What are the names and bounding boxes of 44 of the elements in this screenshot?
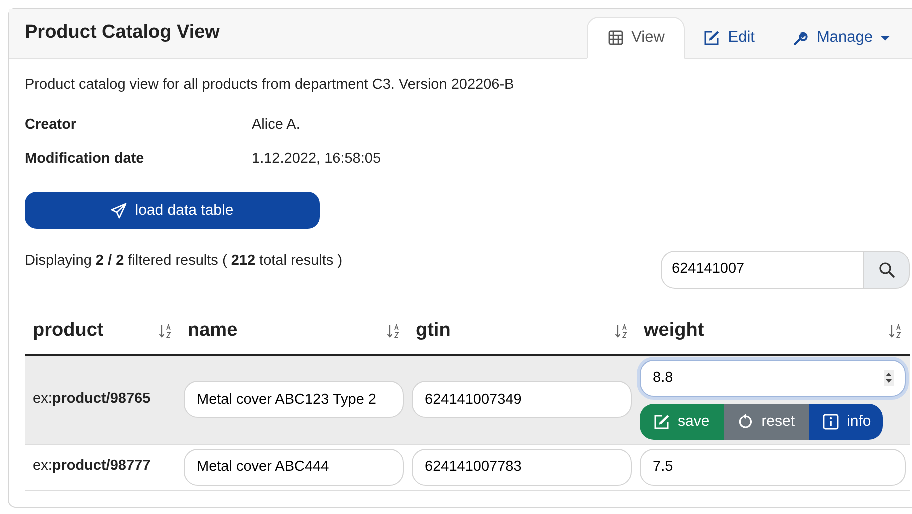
weight-field[interactable]: 7.5: [640, 448, 906, 486]
card-title: Product Catalog View: [25, 22, 220, 45]
results-summary: Displaying 2 / 2 filtered results ( 212 total results ): [25, 252, 343, 272]
tab[interactable]: Edit: [685, 17, 774, 59]
reset-button[interactable]: reset: [724, 404, 810, 440]
column-header[interactable]: product: [33, 317, 104, 346]
search-button[interactable]: [863, 251, 910, 290]
search-field[interactable]: 624141007: [661, 251, 863, 290]
load-data-button[interactable]: load data table: [25, 192, 320, 230]
info-icon: [823, 414, 840, 430]
gtin-field[interactable]: 624141007349: [412, 381, 632, 418]
table-row[interactable]: ex:product/98765 Metal cover ABC123 Type 2 624141007349 8.8 save reset info: [25, 354, 910, 444]
sort-icon: [888, 324, 902, 339]
field-label: Modification date: [25, 150, 146, 168]
description-text: Product catalog view for all products from department C3. Version 202206-B: [25, 76, 516, 95]
name-field[interactable]: Metal cover ABC444: [184, 448, 404, 486]
caret-icon: [881, 36, 890, 40]
dropdown-tab[interactable]: Manage: [774, 17, 909, 59]
search-icon: [878, 262, 894, 278]
table-row[interactable]: ex:product/98777 Metal cover ABC444 624141007783 7.5: [25, 444, 910, 490]
field-value: Alice A.: [252, 116, 302, 135]
info-button[interactable]: info: [809, 404, 883, 440]
sort-icon: [614, 324, 628, 339]
field-value: 1.12.2022, 16:58:05: [252, 150, 382, 168]
send-icon: [111, 202, 128, 219]
pencil-square-icon: [654, 414, 670, 430]
column-header[interactable]: name: [188, 317, 238, 346]
column-header[interactable]: weight: [644, 317, 704, 346]
pencil-square-icon: [704, 30, 720, 46]
gtin-field[interactable]: 624141007783: [412, 448, 632, 486]
spinner-icon: [884, 370, 894, 386]
table-icon: [608, 30, 624, 46]
save-button[interactable]: save: [640, 404, 724, 440]
column-header[interactable]: gtin: [416, 317, 451, 346]
wrench-icon: [792, 30, 809, 46]
weight-field[interactable]: 8.8: [640, 360, 906, 397]
name-field[interactable]: Metal cover ABC123 Type 2: [184, 381, 404, 418]
field-label: Creator: [25, 116, 78, 135]
product-id: ex:product/98777: [33, 458, 151, 474]
product-id: ex:product/98765: [33, 390, 151, 407]
sort-icon: [386, 324, 400, 339]
reset-icon: [738, 414, 754, 430]
sort-icon: [158, 324, 172, 339]
tab[interactable]: View: [587, 17, 686, 59]
